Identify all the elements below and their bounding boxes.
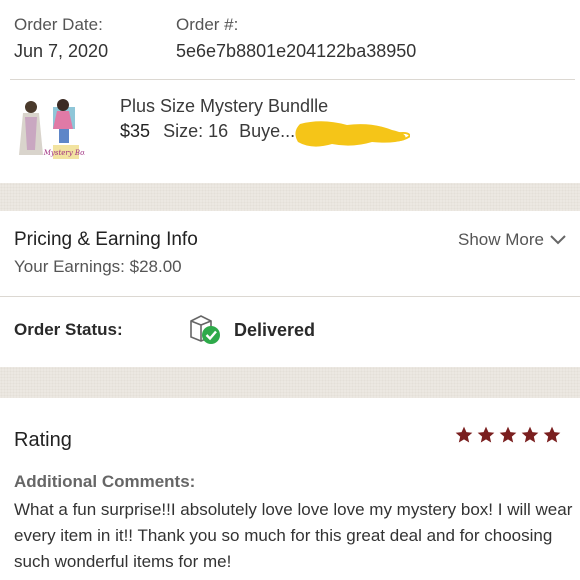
show-more-label: Show More [458,230,544,249]
product-meta: $35 Size: 16 Buye... [120,121,295,142]
rating-stars [454,425,562,445]
product-thumbnail[interactable]: Mystery Box [13,95,85,167]
redaction-scribble [295,121,410,147]
order-number-value: 5e6e7b8801e204122ba38950 [176,41,417,61]
star-icon [521,426,539,443]
product-price: $35 [120,121,151,141]
additional-comments-label: Additional Comments: [14,472,196,491]
earnings-text: Your Earnings: $28.00 [14,257,182,276]
rating-title: Rating [14,429,72,451]
section-gap [0,183,580,211]
order-date-value: Jun 7, 2020 [14,41,109,61]
order-status-label: Order Status: [14,320,123,339]
star-icon [477,426,495,443]
product-buyer: Buye... [239,121,296,141]
order-number-label: Order #: [176,15,239,34]
show-more-button[interactable]: Show More [458,230,566,250]
delivered-package-icon [190,315,220,344]
pricing-title: Pricing & Earning Info [14,229,198,250]
section-gap [0,367,580,398]
product-title[interactable]: Plus Size Mystery Bundlle [120,96,328,117]
order-date-label: Order Date: [14,15,103,34]
thumb-caption: Mystery Box [43,149,85,157]
review-comment: What a fun surprise!!I absolutely love l… [14,500,573,571]
divider [10,79,575,80]
product-size: Size: 16 [163,121,229,141]
star-icon [499,426,517,443]
star-icon [455,426,473,443]
order-status-value: Delivered [234,320,316,340]
order-card: Order Date: Jun 7, 2020 Order #: 5e6e7b8… [0,0,580,183]
chevron-down-icon [550,235,566,245]
pricing-card: Pricing & Earning Info Your Earnings: $2… [0,211,580,296]
star-icon [543,426,561,443]
